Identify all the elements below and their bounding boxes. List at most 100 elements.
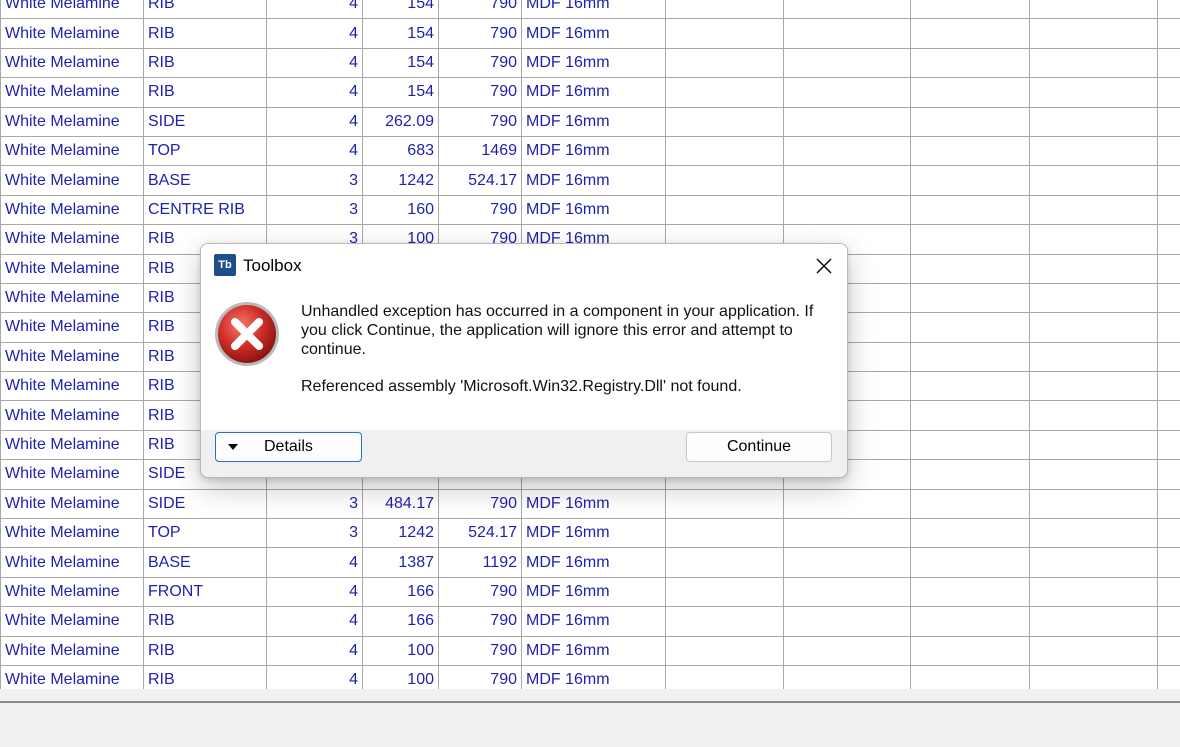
- table-cell[interactable]: 790: [438, 606, 522, 637]
- table-cell[interactable]: 790: [438, 77, 522, 108]
- table-cell[interactable]: [910, 165, 1030, 196]
- table-cell[interactable]: 4: [266, 106, 363, 137]
- table-cell[interactable]: RIB: [143, 77, 267, 108]
- table-cell[interactable]: 1242: [362, 165, 439, 196]
- table-cell[interactable]: [665, 194, 784, 226]
- table-cell[interactable]: MDF 16mm: [521, 47, 666, 79]
- table-cell[interactable]: White Melamine: [0, 576, 144, 608]
- table-row[interactable]: White Melamine CENTRE RIB 3 160 790 MDF 16mm: [0, 194, 1180, 226]
- table-cell[interactable]: [665, 135, 784, 167]
- table-cell[interactable]: [1029, 606, 1158, 637]
- table-cell[interactable]: [665, 518, 784, 549]
- table-cell[interactable]: TOP: [143, 518, 267, 549]
- table-cell[interactable]: White Melamine: [0, 371, 144, 402]
- table-cell[interactable]: 100: [362, 635, 439, 666]
- table-cell[interactable]: [910, 282, 1030, 314]
- table-cell[interactable]: [910, 341, 1030, 373]
- table-cell[interactable]: [783, 47, 911, 79]
- table-cell[interactable]: [1157, 429, 1180, 461]
- table-cell[interactable]: 154: [362, 18, 439, 49]
- table-cell[interactable]: [1157, 282, 1180, 314]
- table-cell[interactable]: 1242: [362, 518, 439, 549]
- table-cell[interactable]: 790: [438, 47, 522, 79]
- table-cell[interactable]: 166: [362, 576, 439, 608]
- table-cell[interactable]: White Melamine: [0, 429, 144, 461]
- table-row[interactable]: White Melamine BASE 4 1387 1192 MDF 16mm: [0, 547, 1180, 578]
- table-cell[interactable]: [783, 488, 911, 520]
- table-cell[interactable]: 3: [266, 518, 363, 549]
- table-cell[interactable]: 4: [266, 47, 363, 79]
- table-cell[interactable]: White Melamine: [0, 547, 144, 578]
- table-cell[interactable]: 790: [438, 18, 522, 49]
- table-cell[interactable]: [1157, 47, 1180, 79]
- table-cell[interactable]: 154: [362, 47, 439, 79]
- table-cell[interactable]: MDF 16mm: [521, 194, 666, 226]
- table-cell[interactable]: [783, 606, 911, 637]
- table-cell[interactable]: 1469: [438, 135, 522, 167]
- table-cell[interactable]: [910, 635, 1030, 666]
- table-cell[interactable]: 100: [362, 664, 439, 689]
- details-button[interactable]: Details: [215, 432, 362, 462]
- table-cell[interactable]: White Melamine: [0, 77, 144, 108]
- table-cell[interactable]: MDF 16mm: [521, 664, 666, 689]
- table-cell[interactable]: RIB: [143, 18, 267, 49]
- table-cell[interactable]: [1157, 224, 1180, 255]
- table-cell[interactable]: [783, 518, 911, 549]
- table-cell[interactable]: [1029, 312, 1158, 343]
- table-cell[interactable]: [910, 18, 1030, 49]
- table-cell[interactable]: [1157, 606, 1180, 637]
- table-cell[interactable]: [665, 47, 784, 79]
- table-cell[interactable]: MDF 16mm: [521, 135, 666, 167]
- table-cell[interactable]: White Melamine: [0, 459, 144, 490]
- close-button[interactable]: [801, 244, 847, 288]
- table-cell[interactable]: [665, 18, 784, 49]
- table-cell[interactable]: 160: [362, 194, 439, 226]
- table-cell[interactable]: [665, 106, 784, 137]
- table-cell[interactable]: White Melamine: [0, 606, 144, 637]
- table-cell[interactable]: [1157, 77, 1180, 108]
- table-cell[interactable]: [910, 488, 1030, 520]
- table-cell[interactable]: 790: [438, 664, 522, 689]
- table-cell[interactable]: [910, 0, 1030, 20]
- table-cell[interactable]: MDF 16mm: [521, 77, 666, 108]
- table-cell[interactable]: 3: [266, 165, 363, 196]
- table-cell[interactable]: MDF 16mm: [521, 0, 666, 20]
- table-cell[interactable]: [1029, 429, 1158, 461]
- table-cell[interactable]: [665, 547, 784, 578]
- table-cell[interactable]: [665, 635, 784, 666]
- table-cell[interactable]: [1157, 165, 1180, 196]
- table-cell[interactable]: BASE: [143, 547, 267, 578]
- table-cell[interactable]: White Melamine: [0, 106, 144, 137]
- table-cell[interactable]: RIB: [143, 635, 267, 666]
- table-row[interactable]: White Melamine RIB 4 154 790 MDF 16mm: [0, 47, 1180, 79]
- table-cell[interactable]: [1029, 18, 1158, 49]
- table-cell[interactable]: [1157, 518, 1180, 549]
- table-cell[interactable]: 790: [438, 0, 522, 20]
- table-cell[interactable]: MDF 16mm: [521, 576, 666, 608]
- table-cell[interactable]: [783, 635, 911, 666]
- table-cell[interactable]: [1029, 635, 1158, 666]
- table-cell[interactable]: White Melamine: [0, 18, 144, 49]
- table-cell[interactable]: 3: [266, 194, 363, 226]
- table-cell[interactable]: White Melamine: [0, 47, 144, 79]
- table-cell[interactable]: [1157, 341, 1180, 373]
- table-cell[interactable]: [910, 77, 1030, 108]
- table-cell[interactable]: BASE: [143, 165, 267, 196]
- table-cell[interactable]: CENTRE RIB: [143, 194, 267, 226]
- table-cell[interactable]: White Melamine: [0, 488, 144, 520]
- table-cell[interactable]: [910, 47, 1030, 79]
- table-cell[interactable]: [910, 547, 1030, 578]
- table-cell[interactable]: TOP: [143, 135, 267, 167]
- table-cell[interactable]: [665, 606, 784, 637]
- table-cell[interactable]: White Melamine: [0, 341, 144, 373]
- table-cell[interactable]: MDF 16mm: [521, 518, 666, 549]
- table-row[interactable]: White Melamine RIB 4 154 790 MDF 16mm: [0, 77, 1180, 108]
- table-cell[interactable]: White Melamine: [0, 635, 144, 666]
- table-row[interactable]: White Melamine TOP 3 1242 524.17 MDF 16mm: [0, 518, 1180, 549]
- table-cell[interactable]: RIB: [143, 606, 267, 637]
- table-cell[interactable]: [1157, 0, 1180, 20]
- table-row[interactable]: White Melamine SIDE 3 484.17 790 MDF 16mm: [0, 488, 1180, 520]
- table-row[interactable]: White Melamine TOP 4 683 1469 MDF 16mm: [0, 135, 1180, 167]
- table-cell[interactable]: 4: [266, 77, 363, 108]
- table-cell[interactable]: SIDE: [143, 106, 267, 137]
